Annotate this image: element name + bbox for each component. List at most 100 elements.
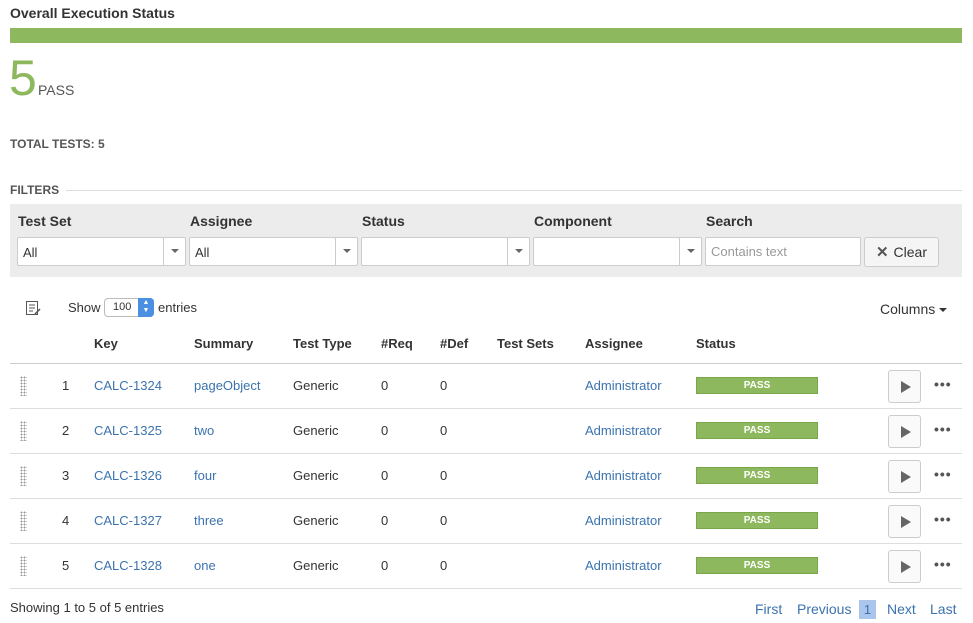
play-icon[interactable] <box>888 370 921 403</box>
table-row: 5 CALC-1328 one Generic 0 0 Administrator PASS •… <box>10 544 962 589</box>
column-header-key[interactable]: Key <box>94 336 118 351</box>
table-row: 2 CALC-1325 two Generic 0 0 Administrator PASS •… <box>10 409 962 454</box>
row-number: 3 <box>62 468 70 483</box>
status-badge: PASS <box>696 422 818 439</box>
pager-first[interactable]: First <box>755 601 782 617</box>
page-title: Overall Execution Status <box>10 5 175 21</box>
assignee-link[interactable]: Administrator <box>585 423 662 438</box>
caret-down-icon <box>939 308 948 313</box>
entries-per-page-select[interactable]: 100 ▲ ▼ <box>104 298 154 317</box>
test-type: Generic <box>293 558 339 573</box>
pager-last[interactable]: Last <box>930 601 956 617</box>
play-icon[interactable] <box>888 550 921 583</box>
chevron-down-icon <box>335 238 357 265</box>
column-header-test-type[interactable]: Test Type <box>293 336 352 351</box>
columns-button[interactable]: Columns <box>880 301 948 317</box>
test-type: Generic <box>293 378 339 393</box>
clear-button[interactable]: ✕ Clear <box>864 237 939 267</box>
drag-handle-icon[interactable] <box>20 511 27 531</box>
assignee-link[interactable]: Administrator <box>585 468 662 483</box>
clear-label: Clear <box>893 244 928 260</box>
assignee-value: All <box>195 245 210 260</box>
row-number: 2 <box>62 423 70 438</box>
play-icon[interactable] <box>888 415 921 448</box>
req-count: 0 <box>381 423 389 438</box>
summary-link[interactable]: two <box>194 423 214 438</box>
chevron-down-icon <box>507 238 529 265</box>
def-count: 0 <box>440 513 448 528</box>
test-key-link[interactable]: CALC-1327 <box>94 513 162 528</box>
test-set-select[interactable]: All <box>17 237 186 266</box>
status-badge: PASS <box>696 467 818 484</box>
drag-handle-icon[interactable] <box>20 421 27 441</box>
test-key-link[interactable]: CALC-1325 <box>94 423 162 438</box>
assignee-link[interactable]: Administrator <box>585 513 662 528</box>
req-count: 0 <box>381 558 389 573</box>
more-options-icon[interactable]: ••• <box>934 556 952 572</box>
column-header-req[interactable]: #Req <box>381 336 413 351</box>
test-set-label: Test Set <box>18 213 72 229</box>
table-info: Showing 1 to 5 of 5 entries <box>10 600 164 615</box>
filters-divider <box>66 190 962 191</box>
pass-count: 5 <box>9 50 37 106</box>
def-count: 0 <box>440 378 448 393</box>
test-key-link[interactable]: CALC-1324 <box>94 378 162 393</box>
spinner-icon: ▲ ▼ <box>138 298 154 317</box>
column-header-def[interactable]: #Def <box>440 336 468 351</box>
pager-current-page[interactable]: 1 <box>859 600 876 619</box>
column-header-status[interactable]: Status <box>696 336 736 351</box>
list-view-icon[interactable] <box>25 300 41 316</box>
row-number: 5 <box>62 558 70 573</box>
summary-link[interactable]: one <box>194 558 216 573</box>
assignee-label: Assignee <box>190 213 253 229</box>
close-icon: ✕ <box>875 244 889 261</box>
play-icon[interactable] <box>888 505 921 538</box>
row-number: 1 <box>62 378 70 393</box>
chevron-down-icon <box>679 238 701 265</box>
drag-handle-icon[interactable] <box>20 466 27 486</box>
test-type: Generic <box>293 513 339 528</box>
table-row: 4 CALC-1327 three Generic 0 0 Administrator PAS… <box>10 499 962 544</box>
search-input[interactable] <box>705 237 861 266</box>
component-select[interactable] <box>533 237 702 266</box>
more-options-icon[interactable]: ••• <box>934 511 952 527</box>
assignee-select[interactable]: All <box>189 237 358 266</box>
status-badge: PASS <box>696 512 818 529</box>
test-type: Generic <box>293 423 339 438</box>
def-count: 0 <box>440 423 448 438</box>
row-number: 4 <box>62 513 70 528</box>
execution-progress-bar <box>10 28 962 43</box>
summary-link[interactable]: four <box>194 468 216 483</box>
summary-link[interactable]: three <box>194 513 224 528</box>
table-row: 3 CALC-1326 four Generic 0 0 Administrator PASS… <box>10 454 962 499</box>
more-options-icon[interactable]: ••• <box>934 421 952 437</box>
drag-handle-icon[interactable] <box>20 556 27 576</box>
test-key-link[interactable]: CALC-1328 <box>94 558 162 573</box>
req-count: 0 <box>381 378 389 393</box>
assignee-link[interactable]: Administrator <box>585 558 662 573</box>
drag-handle-icon[interactable] <box>20 376 27 396</box>
component-label: Component <box>534 213 612 229</box>
status-badge: PASS <box>696 377 818 394</box>
search-label: Search <box>706 213 753 229</box>
more-options-icon[interactable]: ••• <box>934 466 952 482</box>
pager-previous[interactable]: Previous <box>797 601 851 617</box>
column-header-summary[interactable]: Summary <box>194 336 253 351</box>
test-type: Generic <box>293 468 339 483</box>
show-label: Show <box>68 300 101 315</box>
status-select[interactable] <box>361 237 530 266</box>
assignee-link[interactable]: Administrator <box>585 378 662 393</box>
summary-link[interactable]: pageObject <box>194 378 261 393</box>
column-header-test-sets[interactable]: Test Sets <box>497 336 554 351</box>
filters-title: FILTERS <box>10 183 60 197</box>
pager-next[interactable]: Next <box>887 601 916 617</box>
test-key-link[interactable]: CALC-1326 <box>94 468 162 483</box>
pass-label: PASS <box>38 82 75 98</box>
req-count: 0 <box>381 468 389 483</box>
play-icon[interactable] <box>888 460 921 493</box>
chevron-down-icon <box>163 238 185 265</box>
def-count: 0 <box>440 558 448 573</box>
status-label: Status <box>362 213 405 229</box>
more-options-icon[interactable]: ••• <box>934 376 952 392</box>
column-header-assignee[interactable]: Assignee <box>585 336 643 351</box>
